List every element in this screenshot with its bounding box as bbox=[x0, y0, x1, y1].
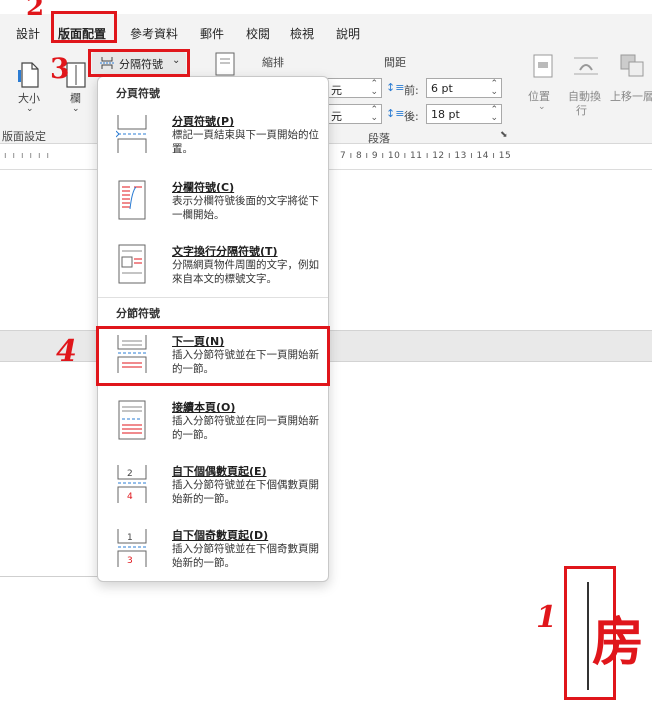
document-rule bbox=[0, 576, 100, 577]
spacing-after-value: 18 pt bbox=[431, 108, 460, 121]
menu-item-title: 自下個偶數頁起(E) bbox=[172, 465, 267, 478]
menu-section-page-breaks: 分頁符號 bbox=[116, 87, 160, 100]
svg-text:1: 1 bbox=[127, 533, 133, 543]
indent-label: 縮排 bbox=[262, 56, 284, 69]
spacing-before-field[interactable]: 6 pt ⌃ ⌄ bbox=[426, 78, 502, 98]
menu-item-text-wrapping-break[interactable]: 文字換行分隔符號(T) 分隔網頁物件周圍的文字，例如來自本文的標號文字。 bbox=[108, 239, 322, 303]
annotation-step-1: 1 bbox=[536, 600, 557, 635]
tab-view[interactable]: 檢視 bbox=[290, 25, 314, 42]
spacing-label: 間距 bbox=[384, 56, 406, 69]
annotation-step-2: 2 bbox=[26, 0, 45, 22]
spacing-after-field[interactable]: 18 pt ⌃ ⌄ bbox=[426, 104, 502, 124]
menu-item-title: 分頁符號(P) bbox=[172, 115, 235, 128]
menu-item-title: 文字換行分隔符號(T) bbox=[172, 245, 278, 258]
menu-item-even-page[interactable]: 24 自下個偶數頁起(E) 插入分節符號並在下個偶數頁開始新的一節。 bbox=[108, 459, 322, 523]
menu-item-desc: 插入分節符號並在下個偶數頁開始新的一節。 bbox=[172, 479, 319, 505]
tab-help[interactable]: 說明 bbox=[336, 25, 360, 42]
menu-section-section-breaks: 分節符號 bbox=[116, 307, 160, 320]
annotation-box-breaks bbox=[88, 49, 190, 77]
spinner-arrows-icon[interactable]: ⌃ ⌄ bbox=[370, 106, 378, 123]
document-character[interactable]: 房 bbox=[592, 600, 644, 675]
text-wrapping-break-icon bbox=[116, 243, 148, 285]
menu-item-title: 分欄符號(C) bbox=[172, 181, 235, 194]
page-setup-group-label: 版面設定 bbox=[2, 130, 46, 143]
annotation-box-next-page bbox=[96, 326, 330, 386]
tab-references[interactable]: 參考資料 bbox=[130, 25, 178, 42]
spacing-after-icon: ↕≡ bbox=[386, 107, 405, 120]
tab-mailings[interactable]: 郵件 bbox=[200, 25, 224, 42]
odd-page-break-icon: 13 bbox=[116, 527, 148, 569]
menu-divider bbox=[98, 297, 328, 298]
svg-text:2: 2 bbox=[127, 469, 133, 479]
menu-item-desc: 表示分欄符號後面的文字將從下一欄開始。 bbox=[172, 195, 319, 221]
menu-item-page-break[interactable]: 分頁符號(P) 標記一頁結束與下一頁開始的位置。 bbox=[108, 109, 322, 173]
bring-forward-icon[interactable] bbox=[620, 54, 646, 78]
even-page-break-icon: 24 bbox=[116, 463, 148, 505]
position-icon[interactable] bbox=[532, 54, 554, 78]
position-chevron-icon[interactable]: ⌄ bbox=[538, 102, 546, 112]
menu-item-continuous[interactable]: 接續本頁(O) 插入分節符號並在同一頁開始新的一節。 bbox=[108, 395, 322, 459]
continuous-break-icon bbox=[116, 399, 148, 441]
indent-right-field[interactable]: 元 ⌃ ⌄ bbox=[326, 104, 382, 124]
indent-left-value: 元 bbox=[331, 84, 342, 97]
size-icon[interactable] bbox=[18, 62, 40, 88]
spacing-after-label: 後: bbox=[404, 110, 419, 123]
spinner-arrows-icon[interactable]: ⌃ ⌄ bbox=[490, 106, 498, 123]
indent-right-value: 元 bbox=[331, 110, 342, 123]
spinner-arrows-icon[interactable]: ⌃ ⌄ bbox=[370, 80, 378, 97]
size-chevron-icon[interactable]: ⌄ bbox=[26, 104, 34, 114]
menu-item-title: 接續本頁(O) bbox=[172, 401, 236, 414]
svg-text:3: 3 bbox=[127, 556, 133, 566]
svg-text:4: 4 bbox=[127, 492, 133, 502]
text-cursor bbox=[587, 582, 589, 690]
column-break-icon bbox=[116, 179, 148, 221]
spinner-arrows-icon[interactable]: ⌃ ⌄ bbox=[490, 80, 498, 97]
columns-chevron-icon[interactable]: ⌄ bbox=[72, 104, 80, 114]
menu-item-column-break[interactable]: 分欄符號(C) 表示分欄符號後面的文字將從下一欄開始。 bbox=[108, 175, 322, 239]
indent-left-field[interactable]: 元 ⌃ ⌄ bbox=[326, 78, 382, 98]
page-break-icon bbox=[115, 113, 148, 155]
tab-design[interactable]: 設計 bbox=[16, 25, 40, 42]
spacing-before-icon: ↕≡ bbox=[386, 81, 405, 94]
bring-forward-label[interactable]: 上移一層 bbox=[610, 88, 652, 104]
paragraph-launcher-icon[interactable]: ⬊ bbox=[500, 130, 508, 140]
spacing-before-label: 前: bbox=[404, 84, 419, 97]
line-numbers-icon[interactable] bbox=[214, 52, 236, 76]
annotation-box-layout-tab bbox=[51, 11, 117, 43]
spacing-before-value: 6 pt bbox=[431, 82, 453, 95]
menu-item-desc: 分隔網頁物件周圍的文字，例如來自本文的標號文字。 bbox=[172, 259, 319, 285]
ruler-ticks: ıııııı bbox=[4, 151, 56, 161]
wrap-text-label-2[interactable]: 行 bbox=[576, 102, 587, 118]
menu-item-odd-page[interactable]: 13 自下個奇數頁起(D) 插入分節符號並在下個奇數頁開始新的一節。 bbox=[108, 523, 322, 587]
menu-item-desc: 標記一頁結束與下一頁開始的位置。 bbox=[172, 129, 319, 155]
annotation-step-4: 4 bbox=[56, 334, 77, 369]
annotation-step-3: 3 bbox=[50, 52, 70, 85]
wrap-text-icon[interactable] bbox=[572, 54, 600, 78]
menu-item-desc: 插入分節符號並在下個奇數頁開始新的一節。 bbox=[172, 543, 319, 569]
menu-item-desc: 插入分節符號並在同一頁開始新的一節。 bbox=[172, 415, 319, 441]
ruler-numbers: 7 ı 8 ı 9 ı 10 ı 11 ı 12 ı 13 ı 14 ı 15 bbox=[340, 151, 512, 161]
tab-review[interactable]: 校閱 bbox=[246, 25, 270, 42]
menu-item-title: 自下個奇數頁起(D) bbox=[172, 529, 269, 542]
